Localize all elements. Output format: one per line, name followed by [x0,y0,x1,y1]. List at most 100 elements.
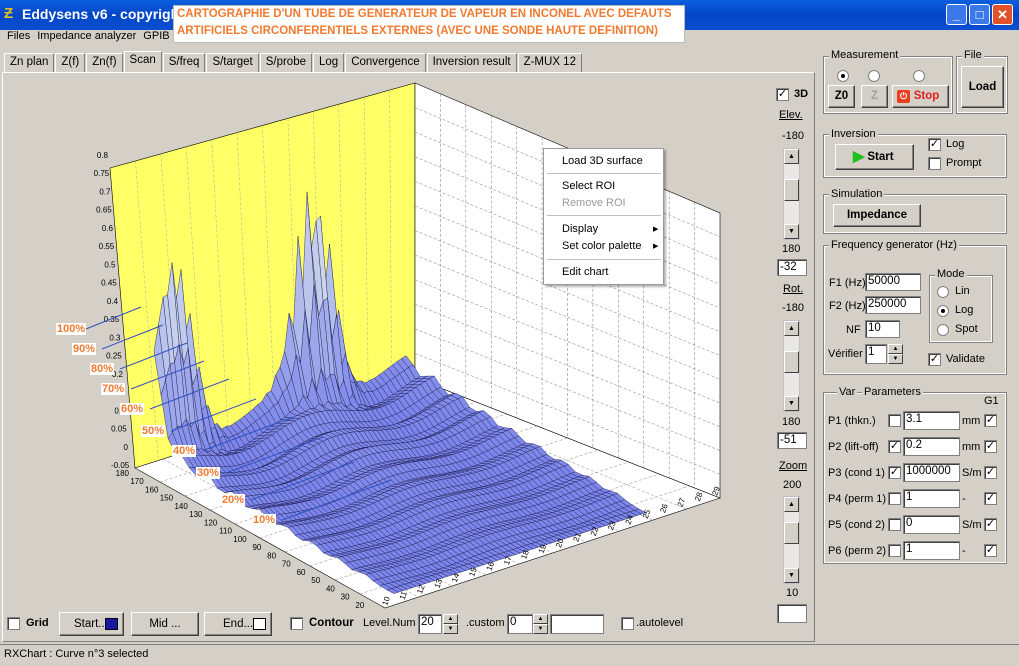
tab-s-probe[interactable]: S/probe [259,53,312,73]
scroll-up-icon[interactable]: ▲ [784,149,799,164]
level-num-spinner[interactable]: ▲ ▼ [443,614,459,634]
mid-color-button[interactable]: Mid ... [131,612,199,636]
custom-spinner[interactable]: ▲ ▼ [533,614,549,634]
menu-load-3d-surface[interactable]: Load 3D surface [562,155,643,167]
custom-input[interactable]: 0 [507,614,533,634]
stop-button[interactable]: ⏻ Stop [892,85,949,108]
mode-log-radio[interactable] [937,305,949,317]
tab-zn-f[interactable]: Zn(f) [86,53,123,73]
spin-up-icon[interactable]: ▲ [533,614,548,624]
contour-checkbox[interactable] [290,617,303,630]
zoom-slider[interactable]: ▲ ▼ [783,496,800,584]
tab-zn-plan[interactable]: Zn plan [4,53,55,73]
scroll-down-icon[interactable]: ▼ [784,396,799,411]
close-button[interactable]: ✕ [992,4,1013,25]
param-var-checkbox[interactable]: ✓ [888,440,901,453]
param-value-input[interactable]: 1 [903,489,960,508]
mode-lin-radio[interactable] [937,286,949,298]
param-var-checkbox[interactable] [888,518,901,531]
mode-spot-radio[interactable] [937,324,949,336]
spin-down-icon[interactable]: ▼ [443,624,458,634]
validate-checkbox[interactable]: ✓ [928,353,941,366]
param-value-input[interactable]: 1 [903,541,960,560]
param-value-input[interactable]: 0.2 [903,437,960,456]
tab-s-freq[interactable]: S/freq [162,53,206,73]
inversion-start-button[interactable]: ▶ Start [835,144,914,170]
tab-z-f[interactable]: Z(f) [55,53,86,73]
scroll-up-icon[interactable]: ▲ [784,321,799,336]
zoom-thumb[interactable] [784,522,799,544]
zoom-value-field[interactable] [777,604,807,623]
autolevel-checkbox[interactable] [621,617,634,630]
tab-inversion-result[interactable]: Inversion result [426,53,517,73]
measurement-radio-2[interactable] [868,70,880,82]
spin-down-icon[interactable]: ▼ [533,624,548,634]
y-tick-label: 100 [233,535,247,544]
elev-slider[interactable]: ▲ ▼ [783,148,800,240]
menu-edit-chart[interactable]: Edit chart [562,266,608,278]
param-g1-checkbox[interactable]: ✓ [984,440,997,453]
f2-input[interactable]: 250000 [865,296,921,314]
menu-select-roi[interactable]: Select ROI [562,180,615,192]
submenu-arrow-icon: ▶ [653,226,659,233]
prompt-checkbox[interactable] [928,157,941,170]
y-tick-label: 120 [204,518,218,527]
custom-value-field[interactable] [550,614,604,634]
measurement-radio-3[interactable] [913,70,925,82]
param-value-input[interactable]: 1000000 [903,463,960,482]
scroll-down-icon[interactable]: ▼ [784,568,799,583]
elev-thumb[interactable] [784,179,799,201]
rot-slider[interactable]: ▲ ▼ [783,320,800,412]
elev-value-field[interactable]: -32 [777,259,807,276]
tab-s-target[interactable]: S/target [206,53,259,73]
param-g1-checkbox[interactable]: ✓ [984,466,997,479]
tab-log[interactable]: Log [313,53,345,73]
param-value-input[interactable]: 3.1 [903,411,960,430]
menu-files[interactable]: Files [7,30,30,42]
param-var-checkbox[interactable] [888,492,901,505]
level-num-input[interactable]: 20 [418,614,442,634]
verifier-input[interactable]: 1 [865,344,887,364]
rot-value-field[interactable]: -51 [777,432,807,449]
param-var-checkbox[interactable] [888,544,901,557]
nf-input[interactable]: 10 [865,320,900,338]
maximize-button[interactable]: □ [969,4,990,25]
param-var-checkbox[interactable]: ✓ [888,466,901,479]
log-checkbox[interactable]: ✓ [928,138,941,151]
rot-thumb[interactable] [784,351,799,373]
z0-button[interactable]: Z0 [828,85,855,108]
impedance-button[interactable]: Impedance [833,204,921,227]
menu-impedance-analyzer[interactable]: Impedance analyzer [37,30,136,42]
scroll-down-icon[interactable]: ▼ [784,224,799,239]
y-tick-label: 160 [145,485,159,494]
scroll-up-icon[interactable]: ▲ [784,497,799,512]
prompt-label: Prompt [946,157,982,169]
spin-down-icon[interactable]: ▼ [888,354,903,364]
end-color-button[interactable]: End... [204,612,272,636]
spin-up-icon[interactable]: ▲ [443,614,458,624]
param-value-input[interactable]: 0 [903,515,960,534]
measurement-radio-1[interactable] [837,70,849,82]
param-var-checkbox[interactable] [888,414,901,427]
f1-input[interactable]: 50000 [865,273,921,291]
spin-up-icon[interactable]: ▲ [888,344,903,354]
param-g1-checkbox[interactable]: ✓ [984,518,997,531]
start-color-button[interactable]: Start... [59,612,124,636]
tab-z-mux-12[interactable]: Z-MUX 12 [517,53,582,73]
param-g1-checkbox[interactable]: ✓ [984,414,997,427]
tab-convergence[interactable]: Convergence [345,53,426,73]
minimize-button[interactable]: _ [946,4,967,25]
menu-display[interactable]: Display [562,223,598,235]
grid-checkbox[interactable] [7,617,20,630]
load-button[interactable]: Load [961,66,1004,108]
checkbox-3d[interactable]: ✓ [776,88,789,101]
param-g1-checkbox[interactable]: ✓ [984,544,997,557]
verifier-spinner[interactable]: ▲ ▼ [888,344,904,364]
mode-label: Mode [935,268,967,280]
menu-set-color-palette[interactable]: Set color palette [562,240,642,252]
param-unit: mm [962,441,981,453]
parameters-label: Parameters [862,386,923,398]
param-g1-checkbox[interactable]: ✓ [984,492,997,505]
menu-gpib[interactable]: GPIB [143,30,169,42]
tab-scan[interactable]: Scan [123,51,162,73]
